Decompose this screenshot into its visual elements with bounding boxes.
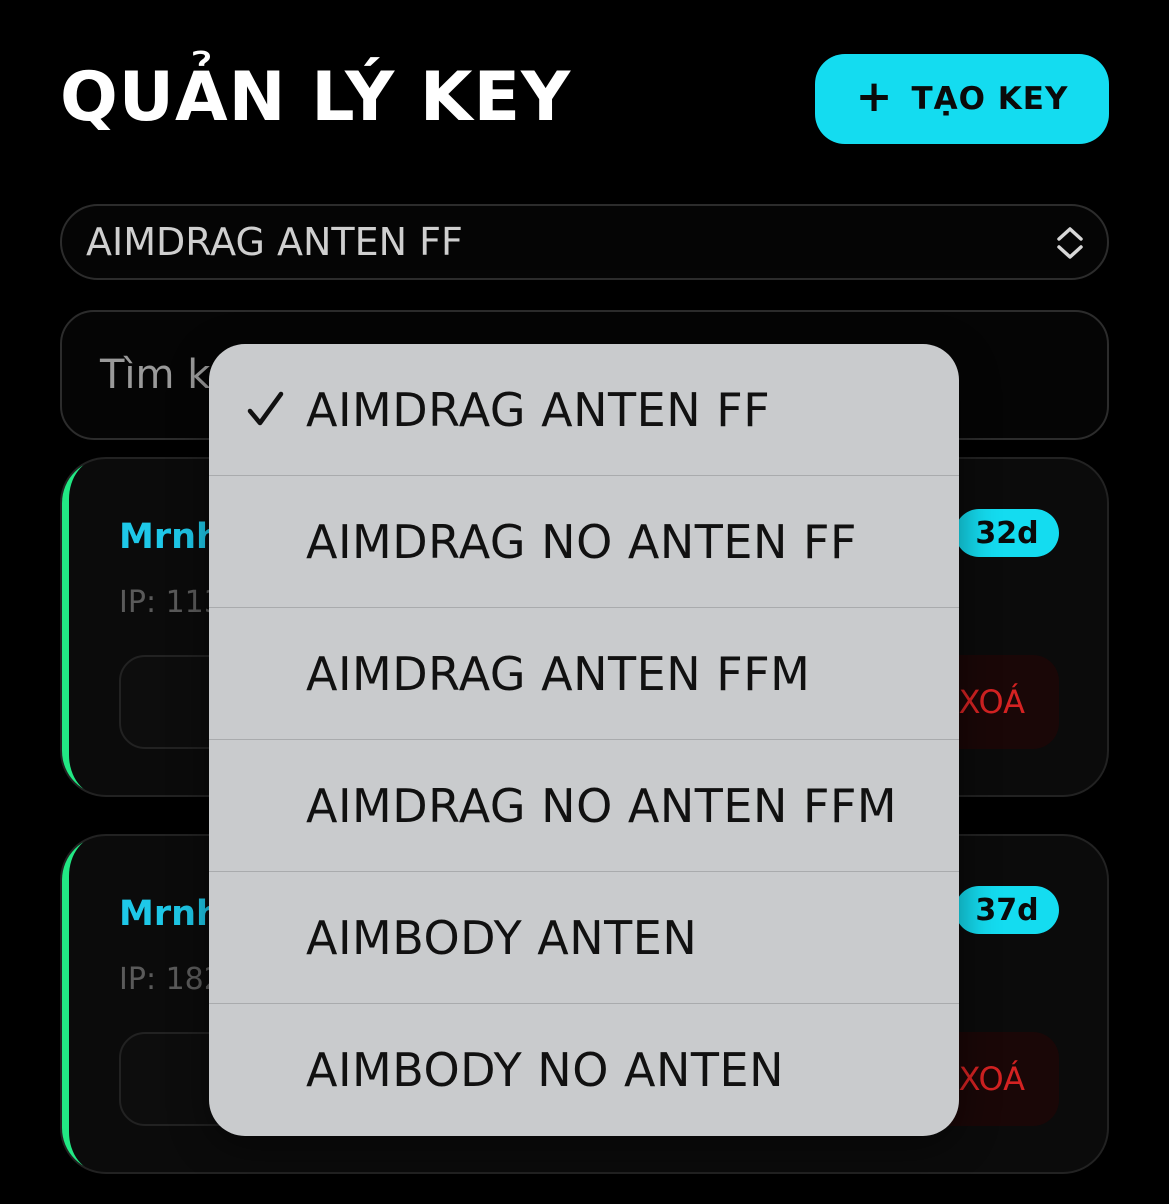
page-title: QUẢN LÝ KEY bbox=[60, 58, 572, 137]
plus-icon: + bbox=[855, 71, 894, 122]
create-key-label: TẠO KEY bbox=[911, 81, 1069, 117]
key-user: Mrnh bbox=[119, 894, 221, 934]
product-select[interactable]: AIMDRAG ANTEN FF bbox=[60, 204, 1109, 280]
days-remaining-badge: 37d bbox=[955, 886, 1059, 934]
status-accent-bar bbox=[62, 836, 100, 1172]
key-ip: IP: 113 bbox=[119, 585, 223, 620]
dropdown-option[interactable]: AIMDRAG NO ANTEN FFM bbox=[209, 740, 959, 872]
checkmark-icon bbox=[247, 391, 284, 426]
product-select-value: AIMDRAG ANTEN FF bbox=[86, 220, 463, 264]
dropdown-option-label: AIMBODY NO ANTEN bbox=[306, 1043, 784, 1097]
chevron-up-down-icon bbox=[1057, 227, 1083, 259]
dropdown-option[interactable]: AIMBODY ANTEN bbox=[209, 872, 959, 1004]
dropdown-option-label: AIMDRAG NO ANTEN FFM bbox=[306, 778, 898, 833]
dropdown-option-label: AIMDRAG NO ANTEN FF bbox=[306, 514, 857, 569]
dropdown-option[interactable]: AIMDRAG ANTEN FF bbox=[209, 344, 959, 476]
dropdown-option-label: AIMBODY ANTEN bbox=[306, 910, 698, 965]
product-dropdown-menu: AIMDRAG ANTEN FF AIMDRAG NO ANTEN FF AIM… bbox=[209, 344, 959, 1136]
dropdown-option-label: AIMDRAG ANTEN FFM bbox=[306, 646, 811, 701]
key-user: Mrnh bbox=[119, 517, 221, 557]
status-accent-bar bbox=[62, 459, 100, 795]
dropdown-option-label: AIMDRAG ANTEN FF bbox=[306, 382, 771, 437]
dropdown-option[interactable]: AIMDRAG NO ANTEN FF bbox=[209, 476, 959, 608]
create-key-button[interactable]: + TẠO KEY bbox=[815, 54, 1109, 144]
dropdown-option[interactable]: AIMBODY NO ANTEN bbox=[209, 1004, 959, 1136]
key-ip: IP: 182 bbox=[119, 962, 223, 997]
dropdown-option[interactable]: AIMDRAG ANTEN FFM bbox=[209, 608, 959, 740]
days-remaining-badge: 32d bbox=[955, 509, 1059, 557]
